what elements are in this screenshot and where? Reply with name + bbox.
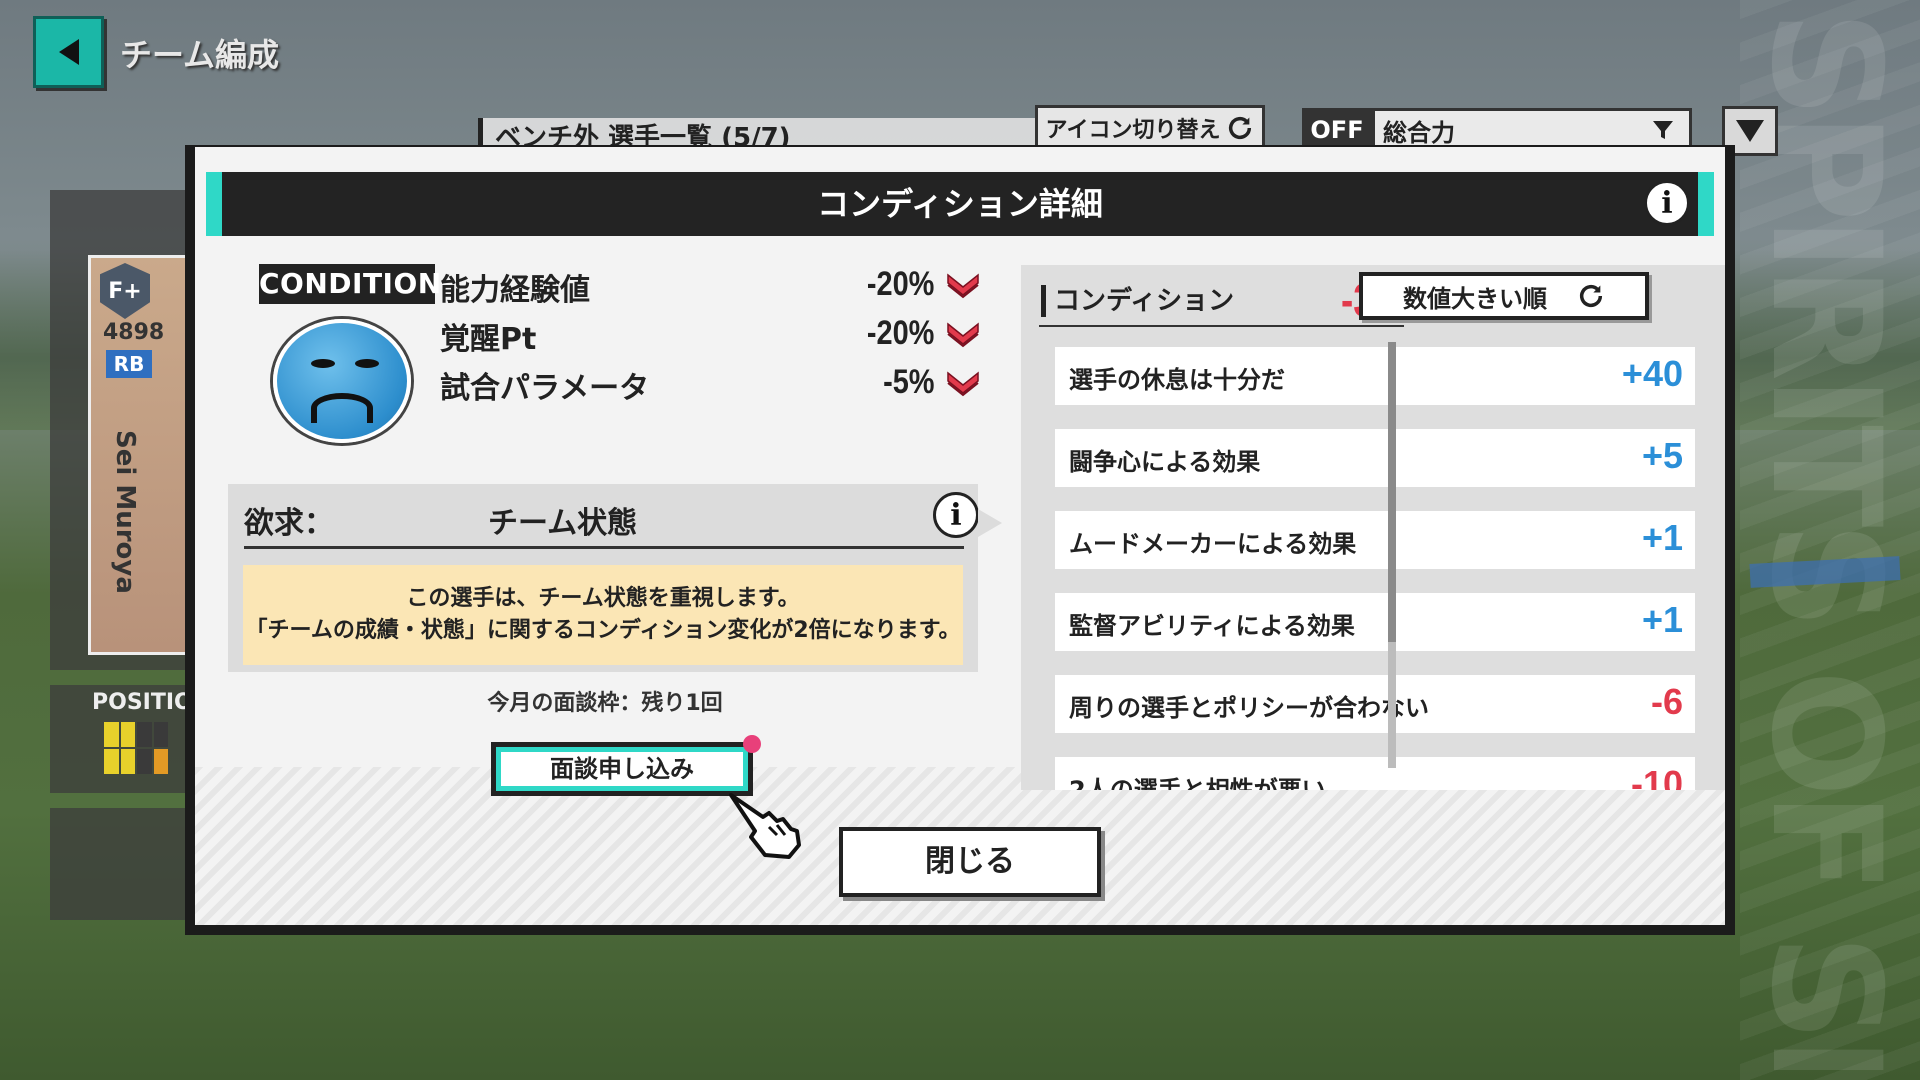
background-watermark: SPIRITS OF SEALS: [1762, 10, 1912, 1070]
factor-value: +1: [1641, 517, 1683, 558]
double-chevron-down-icon: [947, 322, 979, 348]
sort-select-value: 総合力: [1383, 118, 1455, 147]
condition-tag: CONDITION: [259, 264, 441, 304]
desire-note: この選手は、チーム状態を重視します。 「チームの成績・状態」に関するコンディショ…: [243, 565, 963, 665]
screen-title: チーム編成: [120, 36, 280, 74]
desire-label: 欲求：: [244, 506, 334, 541]
condition-label: コンディション: [1041, 285, 1234, 317]
factor-value: +1: [1641, 599, 1683, 640]
stat-row: 覚醒Pt -20%: [440, 314, 980, 358]
factor-value: +40: [1621, 353, 1683, 394]
icon-switch-label: アイコン切り替え: [1045, 118, 1221, 143]
desire-info-icon[interactable]: i: [933, 492, 979, 538]
factor-value: -10: [1630, 763, 1683, 790]
position-grid: [104, 722, 168, 774]
interview-remaining: 今月の面談枠：残り1回: [487, 691, 723, 716]
stat-label: 能力経験値: [440, 273, 590, 308]
stat-value: -20%: [866, 314, 934, 352]
condition-factor-list[interactable]: 選手の休息は十分だ +40 闘争心による効果 +5 ムードメーカーによる効果 +…: [1055, 347, 1695, 790]
condition-factor-item: ムードメーカーによる効果 +1: [1055, 511, 1695, 569]
sad-face-icon: [273, 319, 411, 443]
stat-value: -20%: [866, 265, 934, 303]
factor-label: 周りの選手とポリシーが合わない: [1069, 694, 1429, 722]
scrollbar-thumb[interactable]: [1388, 342, 1396, 642]
stat-label: 試合パラメータ: [440, 371, 650, 406]
close-button[interactable]: 閉じる: [839, 827, 1101, 897]
desire-divider: [244, 546, 964, 549]
condition-factor-item: 周りの選手とポリシーが合わない -6: [1055, 675, 1695, 733]
interview-request-button[interactable]: 面談申し込み: [491, 742, 753, 796]
condition-factor-item: 選手の休息は十分だ +40: [1055, 347, 1695, 405]
desire-note-line: 「チームの成績・状態」に関するコンディション変化が2倍になります。: [245, 618, 961, 643]
player-rating: 4898: [103, 320, 165, 345]
condition-factor-item: 監督アビリティによる効果 +1: [1055, 593, 1695, 651]
double-chevron-down-icon: [947, 371, 979, 397]
desire-pointer-arrow: [978, 509, 1002, 537]
desire-value: チーム状態: [488, 506, 638, 541]
refresh-icon: [1579, 284, 1603, 308]
refresh-icon: [1229, 116, 1252, 140]
factor-label: ムードメーカーによる効果: [1069, 530, 1357, 558]
factor-label: 監督アビリティによる効果: [1069, 612, 1355, 640]
condition-factor-item: 闘争心による効果 +5: [1055, 429, 1695, 487]
player-position-badge: RB: [106, 350, 152, 378]
back-arrow-icon: [58, 39, 79, 65]
factor-value: -6: [1650, 681, 1683, 722]
stat-row: 試合パラメータ -5%: [440, 363, 980, 407]
player-panel-lower: [50, 808, 200, 920]
info-icon[interactable]: i: [1644, 180, 1690, 226]
condition-factor-item: 2人の選手と相性が悪い -10: [1055, 757, 1695, 790]
factor-label: 2人の選手と相性が悪い: [1069, 776, 1326, 790]
triangle-down-icon: [1736, 120, 1764, 142]
player-card[interactable]: [88, 255, 198, 655]
factor-value: +5: [1641, 435, 1683, 476]
sort-order-button[interactable]: 数値大きい順: [1359, 272, 1649, 320]
modal-title: コンディション詳細: [817, 185, 1103, 223]
filter-icon: [1653, 121, 1673, 139]
stat-row: 能力経験値 -20%: [440, 265, 980, 309]
modal-header: コンディション詳細 i: [206, 172, 1714, 236]
condition-detail-modal: コンディション詳細 i CONDITION 能力経験値 -20% 覚醒Pt -2…: [185, 145, 1735, 935]
factor-label: 選手の休息は十分だ: [1069, 366, 1285, 394]
player-name: Sei Muroya: [110, 430, 140, 594]
sort-order-label: 数値大きい順: [1403, 284, 1547, 313]
double-chevron-down-icon: [947, 273, 979, 299]
pointing-hand-icon: [729, 793, 801, 859]
notification-dot: [743, 735, 761, 753]
stat-value: -5%: [882, 363, 934, 401]
condition-breakdown-panel: コンディション -39 数値大きい順 選手の休息は十分だ +40 闘争心による効…: [1021, 265, 1725, 790]
back-button[interactable]: [33, 16, 104, 88]
desire-note-line: この選手は、チーム状態を重視します。: [406, 586, 800, 611]
stat-label: 覚醒Pt: [440, 322, 537, 357]
factor-label: 闘争心による効果: [1069, 448, 1261, 476]
